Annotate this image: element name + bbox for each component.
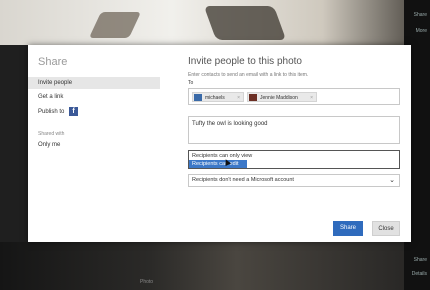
- sidebar-title: Share: [38, 56, 68, 68]
- sidebar-item-publish-to[interactable]: Publish to f: [28, 106, 160, 118]
- remove-recipient-icon[interactable]: ×: [310, 93, 313, 103]
- recipient-chip[interactable]: Jennie Maddison ×: [247, 92, 317, 102]
- sidebar-item-get-a-link[interactable]: Get a link: [28, 91, 160, 103]
- facebook-icon: f: [69, 106, 79, 116]
- to-label: To: [188, 80, 194, 86]
- page-title: Invite people to this photo: [188, 56, 302, 67]
- bottom-right-link[interactable]: Share: [414, 257, 427, 263]
- invite-panel: Invite people to this photo Enter contac…: [188, 45, 408, 242]
- photo-detail: [203, 6, 287, 40]
- message-textarea[interactable]: Tufty the owl is looking good: [188, 116, 400, 144]
- share-dialog: Share Invite people Get a link Publish t…: [28, 45, 411, 242]
- photo-caption: Photo: [140, 279, 154, 285]
- account-requirement-select[interactable]: Recipients don't need a Microsoft accoun…: [188, 174, 400, 187]
- sidebar-item-label: Get a link: [38, 94, 64, 100]
- recipient-chip[interactable]: michaels ×: [192, 92, 244, 102]
- chevron-down-icon: ⌄: [389, 177, 395, 184]
- sidebar-item-invite-people[interactable]: Invite people: [28, 77, 160, 89]
- recipients-input[interactable]: michaels × Jennie Maddison ×: [188, 88, 400, 105]
- photo-top: [0, 0, 430, 45]
- remove-recipient-icon[interactable]: ×: [237, 93, 240, 103]
- shared-with-value: Only me: [38, 142, 61, 148]
- avatar: [249, 94, 257, 101]
- photo-bottom: [0, 242, 430, 290]
- recipient-name: michaels: [205, 95, 225, 101]
- avatar: [194, 94, 202, 101]
- account-requirement-value: Recipients don't need a Microsoft accoun…: [192, 177, 294, 183]
- permission-option-view[interactable]: Recipients can only view: [189, 152, 399, 160]
- permission-dropdown-list[interactable]: Recipients can only view Recipients can …: [188, 150, 400, 169]
- shared-with-label: Shared with: [38, 131, 65, 137]
- bottom-right-details[interactable]: Details: [412, 271, 427, 277]
- sidebar-item-label: Publish to: [38, 109, 65, 115]
- permission-option-edit[interactable]: Recipients can edit: [189, 160, 247, 168]
- photo-detail: [88, 12, 142, 38]
- close-button[interactable]: Close: [372, 221, 400, 236]
- share-button[interactable]: Share: [333, 221, 363, 236]
- share-sidebar: Share Invite people Get a link Publish t…: [28, 45, 171, 242]
- top-right-more[interactable]: More: [416, 28, 427, 34]
- recipient-name: Jennie Maddison: [260, 95, 298, 101]
- instructions-text: Enter contacts to send an email with a l…: [188, 72, 309, 78]
- top-right-link[interactable]: Share: [414, 12, 427, 18]
- sidebar-item-label: Invite people: [38, 80, 73, 86]
